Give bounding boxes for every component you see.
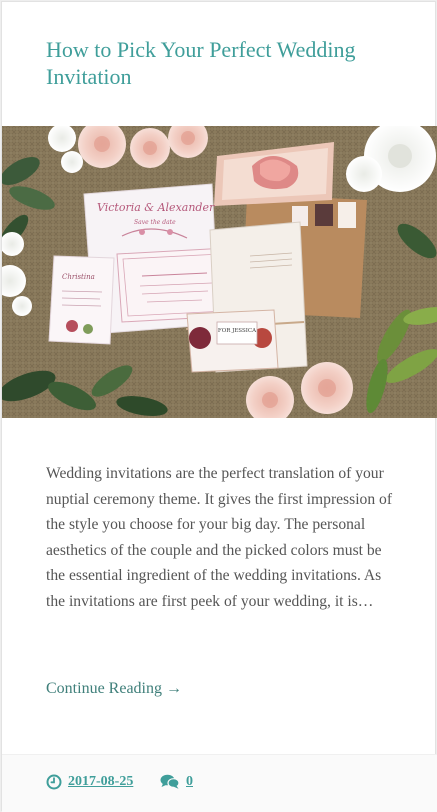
- post-footer: 2017-08-25 0: [2, 754, 437, 812]
- post-date[interactable]: 2017-08-25: [46, 774, 133, 790]
- clock-icon: [46, 774, 62, 790]
- left-card: Christina: [48, 255, 115, 345]
- featured-image[interactable]: Victoria & Alexander Save the date Chris…: [2, 126, 437, 418]
- featured-image-graphic: Victoria & Alexander Save the date Chris…: [2, 126, 437, 418]
- post-comments[interactable]: 0: [160, 774, 193, 790]
- post-title[interactable]: How to Pick Your Perfect Wedding Invitat…: [46, 36, 406, 90]
- post-excerpt: Wedding invitations are the perfect tran…: [46, 465, 393, 610]
- card-tagline-text: Save the date: [134, 219, 176, 226]
- post-card: How to Pick Your Perfect Wedding Invitat…: [1, 1, 437, 812]
- small-card-text: Christina: [62, 273, 95, 281]
- arrow-right-icon: →: [165, 680, 182, 697]
- card-name-text: Victoria & Alexander: [97, 201, 215, 214]
- continue-reading-label: Continue Reading: [46, 680, 162, 697]
- continue-reading-link[interactable]: Continue Reading →: [46, 680, 182, 698]
- place-card-text: FOR JESSICA: [218, 328, 257, 334]
- comment-count: 0: [186, 774, 193, 789]
- post-date-text: 2017-08-25: [68, 774, 134, 789]
- comments-icon: [160, 774, 180, 789]
